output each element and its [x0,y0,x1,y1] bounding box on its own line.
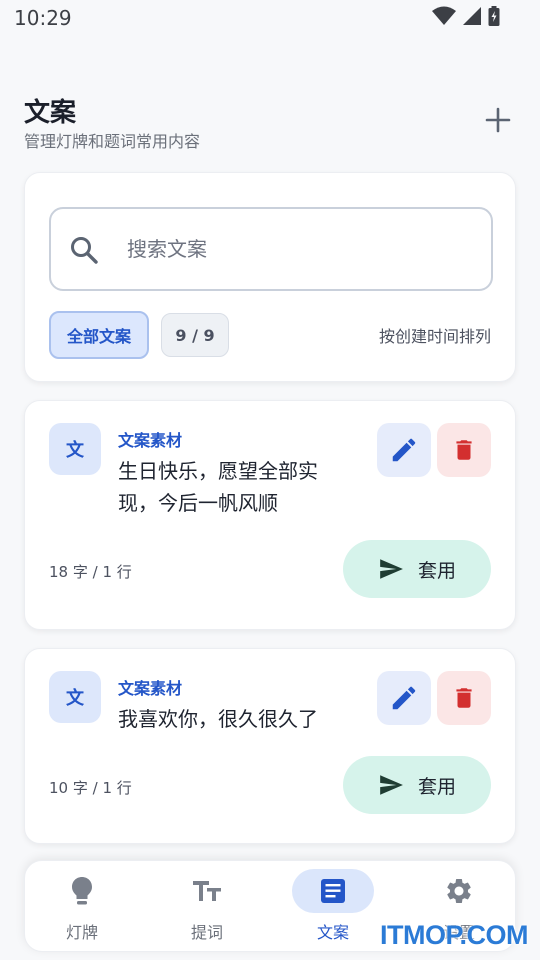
status-bar: 10:29 [0,0,540,36]
send-icon [380,559,403,579]
pencil-icon [392,438,416,462]
battery-icon [488,6,500,26]
sort-toggle[interactable]: 按创建时间排列 [379,323,491,347]
type-avatar: 文 [49,671,101,723]
copy-card: 文 文案素材 我喜欢你，很久很久了 10 字 / 1 行 套用 [24,648,516,844]
card-text: 生日快乐，愿望全部实现，今后一帆风顺 [118,459,318,515]
copy-card: 文 文案素材 生日快乐，愿望全部实现，今后一帆风顺 18 字 / 1 行 套用 [24,400,516,630]
nav-item-copywriting[interactable]: 文案 [278,869,388,949]
nav-active-indicator [292,869,374,913]
plus-icon [485,107,511,133]
document-icon [321,879,345,903]
type-avatar: 文 [49,423,101,475]
signal-icon [463,7,481,25]
edit-button[interactable] [377,671,431,725]
trash-icon [456,688,472,708]
add-button[interactable] [482,104,514,136]
count-chip: 9 / 9 [161,313,229,357]
status-time: 10:29 [14,6,72,30]
search-input[interactable] [127,229,467,269]
nav-label: 提词 [190,923,223,942]
card-category: 文案素材 [118,431,183,450]
card-stats: 18 字 / 1 行 [49,563,132,581]
apply-label: 套用 [417,559,456,582]
apply-button[interactable]: 套用 [343,756,491,814]
apply-button[interactable]: 套用 [343,540,491,598]
search-icon [71,237,98,264]
wifi-icon [432,6,456,25]
search-box[interactable] [49,207,493,291]
filter-chip-all[interactable]: 全部文案 [49,311,149,359]
nav-label: 文案 [316,923,349,942]
apply-label: 套用 [417,775,456,798]
search-card: 全部文案 9 / 9 按创建时间排列 [24,172,516,382]
status-icons [432,6,500,26]
nav-item-light-sign[interactable]: 灯牌 [27,869,137,949]
card-stats: 10 字 / 1 行 [49,779,132,797]
delete-button[interactable] [437,423,491,477]
send-icon [380,775,403,795]
nav-label: 灯牌 [65,923,98,942]
edit-button[interactable] [377,423,431,477]
watermark: ITMOP.COM [380,920,529,950]
gear-icon [447,879,471,903]
card-text: 我喜欢你，很久很久了 [118,707,318,731]
page-title: 文案 [24,98,77,128]
page-subtitle: 管理灯牌和题词常用内容 [24,132,201,151]
nav-item-prompter[interactable]: 提词 [152,869,262,949]
text-size-icon [193,881,221,901]
card-category: 文案素材 [118,679,183,698]
delete-button[interactable] [437,671,491,725]
trash-icon [456,440,472,460]
pencil-icon [392,686,416,710]
lightbulb-icon [72,877,92,905]
